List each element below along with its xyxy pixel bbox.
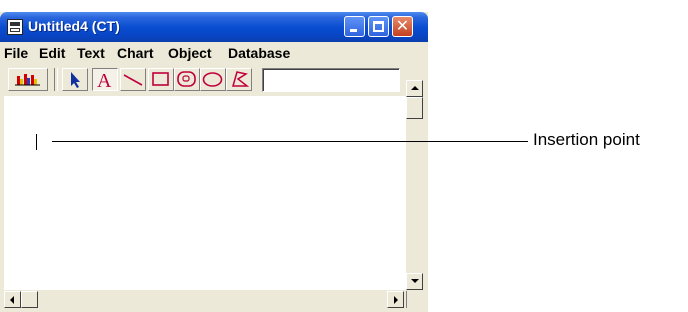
line-icon [123,74,143,86]
document-area[interactable] [4,96,406,290]
arrow-right-icon [394,296,398,304]
line-tool-button[interactable] [120,68,146,91]
insertion-point-label: Insertion point [533,130,640,149]
menu-object[interactable]: Object [168,45,212,61]
rounded-rectangle-tool-button[interactable] [174,68,200,91]
svg-text:A: A [97,70,112,90]
text-a-icon: A [97,70,112,90]
menu-edit[interactable]: Edit [39,45,65,61]
title-bar[interactable]: Untitled4 (CT) ✕ [0,12,428,42]
minimize-button[interactable] [344,16,365,37]
scroll-left-button[interactable] [4,291,21,308]
callout-line [52,141,528,142]
menu-database[interactable]: Database [228,45,290,61]
oval-icon [202,72,223,87]
menu-bar: File Edit Text Chart Object Database [2,43,426,63]
rectangle-tool-button[interactable] [148,68,174,91]
arrow-pointer-icon [71,72,80,88]
selection-tool-button[interactable] [62,68,88,91]
menu-text[interactable]: Text [77,45,105,61]
polygon-icon [232,71,250,87]
close-button[interactable]: ✕ [392,16,413,37]
rounded-rectangle-icon [177,71,196,87]
arrow-up-icon [411,86,419,90]
window-title: Untitled4 (CT) [28,18,120,34]
vertical-scroll-thumb[interactable] [406,97,423,119]
chart-tool-button[interactable] [8,68,48,91]
minimize-icon [350,29,357,32]
app-icon[interactable] [7,19,23,35]
insertion-point-caret [36,134,37,150]
maximize-button[interactable] [368,16,389,37]
arrow-down-icon [411,279,419,283]
chart-icon [15,74,40,86]
scroll-down-button[interactable] [406,273,423,290]
menu-file[interactable]: File [4,45,28,61]
menu-chart[interactable]: Chart [117,45,154,61]
toolbar-input[interactable] [262,68,400,92]
text-tool-button[interactable]: A [92,68,118,91]
arrow-left-icon [10,296,14,304]
scroll-right-button[interactable] [387,291,404,308]
close-icon: ✕ [395,16,410,35]
resize-corner[interactable] [406,291,423,308]
maximize-icon [373,21,384,32]
horizontal-scrollbar[interactable] [4,291,404,308]
toolbar: A [4,65,424,95]
vertical-scrollbar[interactable] [406,80,423,290]
rectangle-icon [152,72,169,86]
app-window: Untitled4 (CT) ✕ File Edit Text Chart Ob… [0,12,428,312]
oval-tool-button[interactable] [200,68,226,91]
polygon-tool-button[interactable] [226,68,252,91]
scroll-up-button[interactable] [406,80,423,97]
horizontal-scroll-thumb[interactable] [21,291,38,308]
toolbar-separator [54,68,58,91]
